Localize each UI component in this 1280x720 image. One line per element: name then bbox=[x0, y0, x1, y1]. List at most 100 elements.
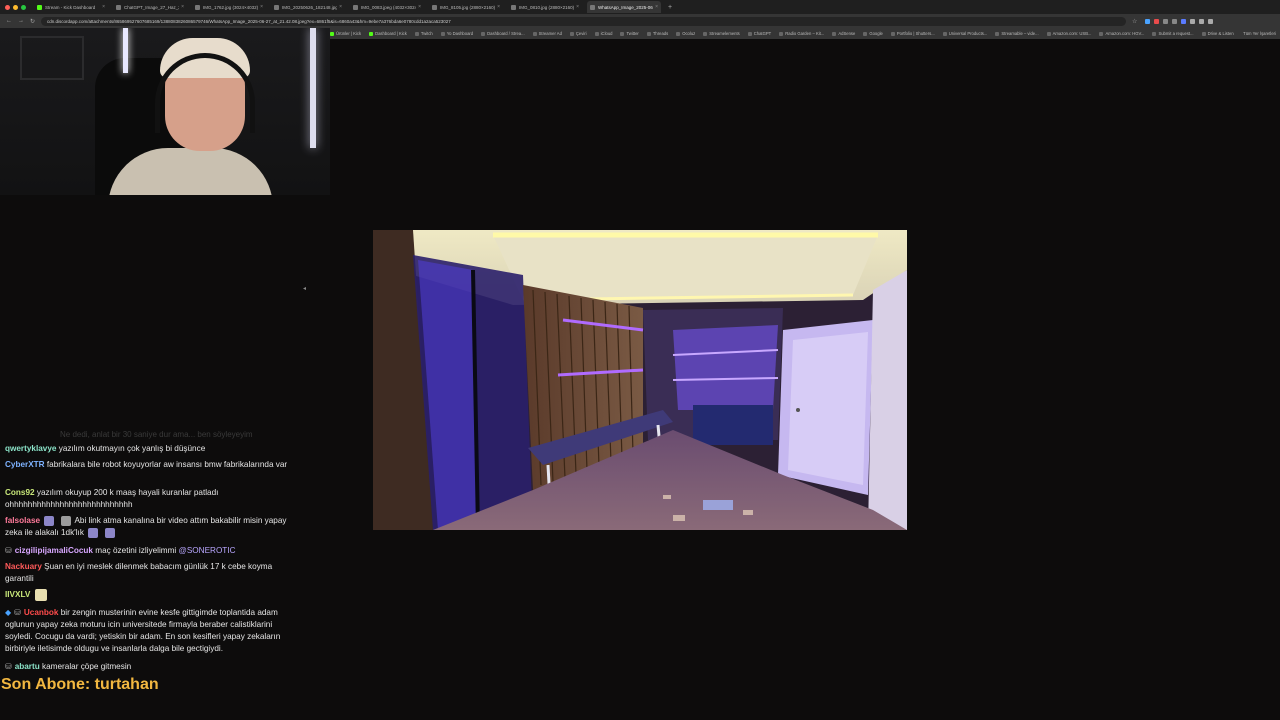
bookmark-item[interactable]: Submit a request... bbox=[1152, 31, 1194, 36]
url-input[interactable]: cdn.discordapp.com/attachments/865869527… bbox=[41, 16, 1127, 26]
image-icon bbox=[195, 4, 200, 10]
all-bookmarks-link[interactable]: Tüm Yer İşaretleri bbox=[1243, 31, 1276, 36]
close-window-icon[interactable] bbox=[5, 4, 10, 10]
back-icon[interactable]: ← bbox=[6, 18, 12, 24]
extension-icon[interactable] bbox=[1181, 18, 1187, 24]
close-tab-icon[interactable]: × bbox=[339, 4, 342, 10]
bookmark-item[interactable]: ChatGPT bbox=[747, 31, 771, 36]
chat-mention[interactable]: @SONEROTIC bbox=[179, 546, 236, 555]
bookmark-item[interactable]: Drive & Listen bbox=[1201, 31, 1234, 36]
room-photo[interactable] bbox=[373, 230, 907, 530]
new-tab-button[interactable]: + bbox=[668, 4, 672, 11]
bookmark-item[interactable]: Radio Garden – Kit... bbox=[779, 31, 824, 36]
reload-icon[interactable]: ↻ bbox=[30, 18, 35, 25]
bookmark-favicon-icon bbox=[532, 31, 537, 36]
extension-icon[interactable] bbox=[1199, 18, 1205, 24]
bookmark-item[interactable]: Ocoluz bbox=[676, 31, 695, 36]
bookmark-label: Amazon.com: USB... bbox=[1052, 31, 1092, 36]
window-controls bbox=[5, 4, 26, 10]
extension-icon[interactable] bbox=[1145, 18, 1151, 24]
bookmark-label: Radio Garden – Kit... bbox=[785, 31, 825, 36]
minimize-window-icon[interactable] bbox=[13, 4, 18, 10]
bookmark-item[interactable]: Amazon.com: USB... bbox=[1046, 31, 1092, 36]
subscriber-badge-icon: ⛁ bbox=[14, 608, 21, 617]
bookmark-item[interactable]: iCloud bbox=[594, 31, 612, 36]
bookmark-item[interactable]: Yo Dashboard bbox=[440, 31, 473, 36]
close-tab-icon[interactable]: × bbox=[102, 4, 105, 10]
close-tab-icon[interactable]: × bbox=[576, 4, 579, 10]
bookmark-item[interactable]: Streamable – vide... bbox=[995, 31, 1039, 36]
image-icon bbox=[590, 4, 595, 10]
bookmark-favicon-icon bbox=[569, 31, 574, 36]
chat-username[interactable]: qwertyklavye bbox=[5, 444, 56, 453]
close-tab-icon[interactable]: × bbox=[655, 4, 658, 10]
close-tab-icon[interactable]: × bbox=[418, 4, 421, 10]
bookmark-favicon-icon bbox=[676, 31, 681, 36]
extension-icon[interactable] bbox=[1154, 18, 1160, 24]
room-photo-illustration bbox=[373, 230, 907, 530]
emote-icon bbox=[104, 527, 115, 538]
bookmark-item[interactable]: Universal Products... bbox=[942, 31, 987, 36]
browser-tab[interactable]: IMG_0083.jpeg (4032×3024) × bbox=[350, 1, 424, 13]
bookmark-label: Çeviri bbox=[575, 31, 587, 36]
chat-text: fabrikalara bile robot koyuyorlar aw ins… bbox=[46, 460, 288, 469]
chat-username[interactable]: falsolase bbox=[5, 516, 40, 525]
image-icon bbox=[274, 4, 279, 10]
close-tab-icon[interactable]: × bbox=[260, 4, 263, 10]
bookmark-item[interactable]: AdSense bbox=[832, 31, 855, 36]
bookmark-item[interactable]: Amazon.com: HGV... bbox=[1099, 31, 1144, 36]
bookmark-favicon-icon bbox=[1152, 31, 1157, 36]
bookmark-item[interactable]: Portfolio | Shutters... bbox=[890, 31, 935, 36]
url-text: cdn.discordapp.com/attachments/865869527… bbox=[47, 18, 451, 24]
chat-text: yazılım okutmayın çok yanlış bi düşünce bbox=[58, 444, 206, 453]
profile-icon[interactable] bbox=[1208, 18, 1214, 24]
browser-tab[interactable]: ChatGPT_Image_27_Haz_2025× bbox=[113, 1, 187, 13]
bookmark-item[interactable]: Dashboard | Kick bbox=[369, 31, 407, 36]
browser-tab[interactable]: IMG_8105.jpg (2880×2160) × bbox=[429, 1, 503, 13]
bookmark-item[interactable]: Threads bbox=[646, 31, 668, 36]
bookmark-label: Ürünler | Kick bbox=[336, 31, 362, 36]
bookmark-label: Submit a request... bbox=[1158, 31, 1194, 36]
extension-icon[interactable] bbox=[1190, 18, 1196, 24]
chat-username[interactable]: Cons92 bbox=[5, 488, 35, 497]
chat-username[interactable]: abartu bbox=[15, 662, 40, 671]
close-tab-icon[interactable]: × bbox=[181, 4, 184, 10]
bookmark-label: Portfolio | Shutters... bbox=[896, 31, 935, 36]
chat-message: ⛁ abartu kameralar çöpe gitmesin bbox=[5, 661, 297, 673]
bookmark-item[interactable]: Çeviri bbox=[569, 31, 587, 36]
browser-tab[interactable]: IMG_20250626_182148.jpg × bbox=[271, 1, 345, 13]
bookmark-item[interactable]: Streamelements bbox=[703, 31, 740, 36]
chat-username[interactable]: CyberXTR bbox=[5, 460, 45, 469]
bookmark-favicon-icon bbox=[942, 31, 947, 36]
chat-username[interactable]: Nackuary bbox=[5, 562, 42, 571]
bookmark-item[interactable]: Dashboard / Strea... bbox=[481, 31, 525, 36]
bookmark-item[interactable]: Twitch bbox=[414, 31, 433, 36]
close-tab-icon[interactable]: × bbox=[497, 4, 500, 10]
browser-tab[interactable]: IMG_1762.jpg (3024×4032) × bbox=[192, 1, 266, 13]
bookmark-star-icon[interactable]: ☆ bbox=[1132, 18, 1137, 25]
chat-username[interactable]: IIVXLV bbox=[5, 590, 30, 599]
bookmark-favicon-icon bbox=[440, 31, 445, 36]
maximize-window-icon[interactable] bbox=[21, 4, 26, 10]
chat-username[interactable]: Ucanbok bbox=[24, 608, 59, 617]
chat-message: IIVXLV bbox=[5, 589, 297, 601]
browser-tab[interactable]: Stream - Kick Dashboard × bbox=[34, 1, 108, 13]
bookmark-item[interactable]: Ürünler | Kick bbox=[330, 31, 361, 36]
bookmark-item[interactable]: Twitter bbox=[620, 31, 639, 36]
bookmark-favicon-icon bbox=[890, 31, 895, 36]
extension-icon[interactable] bbox=[1163, 18, 1169, 24]
chat-faded-message: Ne dedi, anlat bir 30 saniye dur ama... … bbox=[60, 430, 253, 439]
bookmark-item[interactable]: Google bbox=[863, 31, 883, 36]
browser-tab[interactable]: IMG_0810.jpg (2880×2160) × bbox=[508, 1, 582, 13]
extension-icon[interactable] bbox=[1172, 18, 1178, 24]
browser-tab[interactable]: WhatsApp_Image_2025-06-... × bbox=[587, 1, 661, 13]
bookmark-item[interactable]: Streamer Ad bbox=[532, 31, 562, 36]
bookmark-favicon-icon bbox=[369, 31, 374, 36]
background-shelf bbox=[20, 36, 84, 80]
bookmark-label: Twitter bbox=[626, 31, 639, 36]
forward-icon[interactable]: → bbox=[18, 18, 24, 24]
image-icon bbox=[511, 4, 516, 10]
chat-username[interactable]: cizgilipijamaliCocuk bbox=[15, 546, 93, 555]
tab-title: IMG_0083.jpeg (4032×3024) bbox=[361, 4, 417, 10]
bookmark-favicon-icon bbox=[646, 31, 651, 36]
